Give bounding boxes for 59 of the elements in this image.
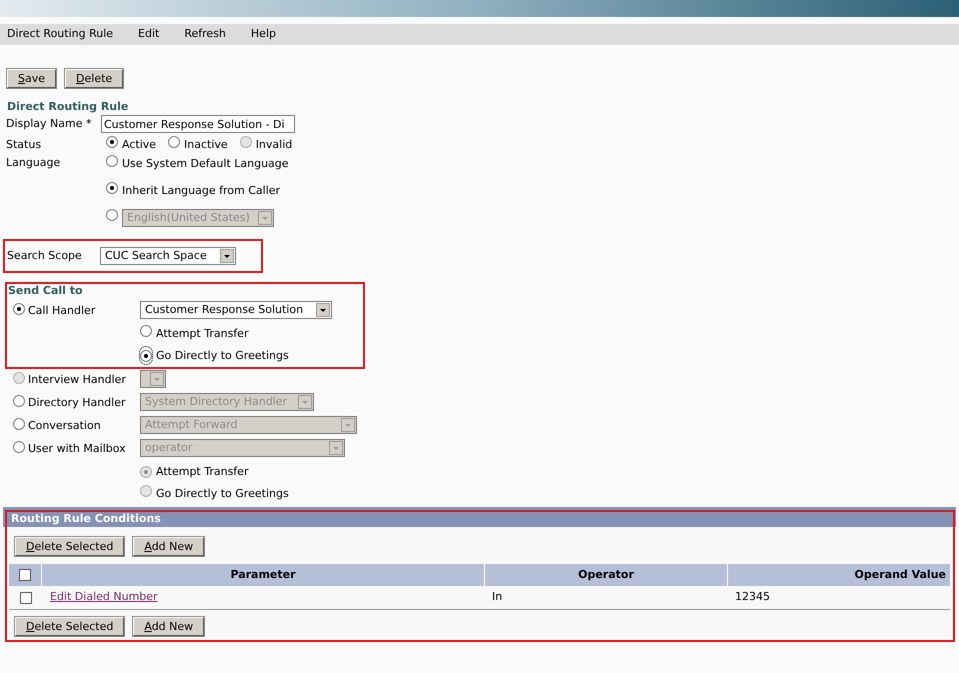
radio-button[interactable] xyxy=(168,136,180,148)
toolbar-button[interactable]: Delete xyxy=(65,69,124,88)
toolbar-button[interactable]: Save xyxy=(7,69,56,88)
option-label: Attempt Transfer xyxy=(156,326,248,339)
menu-item[interactable]: Help xyxy=(250,26,276,43)
column-header: Operand Value xyxy=(854,567,947,583)
radio-button[interactable] xyxy=(13,441,25,453)
option-label: Directory Handler xyxy=(28,395,126,408)
table-cell-text: 12345 xyxy=(734,589,771,606)
caret-icon xyxy=(341,418,355,432)
toolbar-button[interactable]: Add New xyxy=(133,617,204,636)
toolbar-button[interactable]: Delete Selected xyxy=(15,537,124,556)
checkbox[interactable] xyxy=(20,592,32,604)
caret-icon xyxy=(316,303,330,317)
field-label: Search Scope xyxy=(7,248,83,264)
parameter-link[interactable]: Edit Dialed Number xyxy=(50,590,158,604)
menu-item[interactable]: Edit xyxy=(138,26,160,43)
radio-button[interactable] xyxy=(13,303,25,315)
caret-icon xyxy=(329,441,343,455)
table-cell-text: In xyxy=(491,589,504,606)
section-title: Send Call to xyxy=(7,284,84,299)
column-header: Operator xyxy=(485,564,728,586)
dropdown[interactable]: Customer Response Solution xyxy=(140,301,332,319)
caret-icon xyxy=(220,249,234,263)
caret-icon xyxy=(150,372,164,386)
option-label: Interview Handler xyxy=(28,372,126,385)
option-label: Use System Default Language xyxy=(122,156,289,169)
option-label: User with Mailbox xyxy=(28,441,126,454)
display-name-field[interactable]: Customer Response Solution - Di xyxy=(101,115,295,133)
radio-button[interactable] xyxy=(140,350,152,362)
field-label: Status xyxy=(6,137,42,153)
option-label: Attempt Transfer xyxy=(156,464,248,477)
option-label: Invalid xyxy=(256,137,292,150)
dropdown[interactable]: CUC Search Space xyxy=(100,247,236,265)
option-label: Go Directly to Greetings xyxy=(156,348,289,361)
radio-button[interactable] xyxy=(106,155,118,167)
radio-button[interactable] xyxy=(13,418,25,430)
field-label: Display Name * xyxy=(6,116,92,132)
checkbox[interactable] xyxy=(19,569,31,581)
radio-button[interactable] xyxy=(106,136,118,148)
option-label: Inherit Language from Caller xyxy=(122,183,280,196)
toolbar-button[interactable]: Delete Selected xyxy=(15,617,124,636)
option-label: Call Handler xyxy=(28,303,96,316)
caret-icon xyxy=(258,211,272,225)
radio-button[interactable] xyxy=(106,209,118,221)
section-title: Direct Routing Rule xyxy=(6,99,130,112)
radio-button[interactable] xyxy=(13,395,25,407)
radio-button[interactable] xyxy=(140,325,152,337)
radio-button[interactable] xyxy=(106,182,118,194)
menu-item[interactable]: Refresh xyxy=(184,26,226,43)
field-label: Language xyxy=(6,155,62,171)
column-header: Parameter xyxy=(42,564,485,586)
option-label: Inactive xyxy=(184,137,228,150)
option-label: Active xyxy=(122,137,156,150)
toolbar-button[interactable]: Add New xyxy=(133,537,204,556)
option-label: Conversation xyxy=(28,418,101,431)
menu-item[interactable]: Direct Routing Rule xyxy=(7,26,114,43)
caret-icon xyxy=(298,395,312,409)
option-label: Go Directly to Greetings xyxy=(156,486,289,499)
